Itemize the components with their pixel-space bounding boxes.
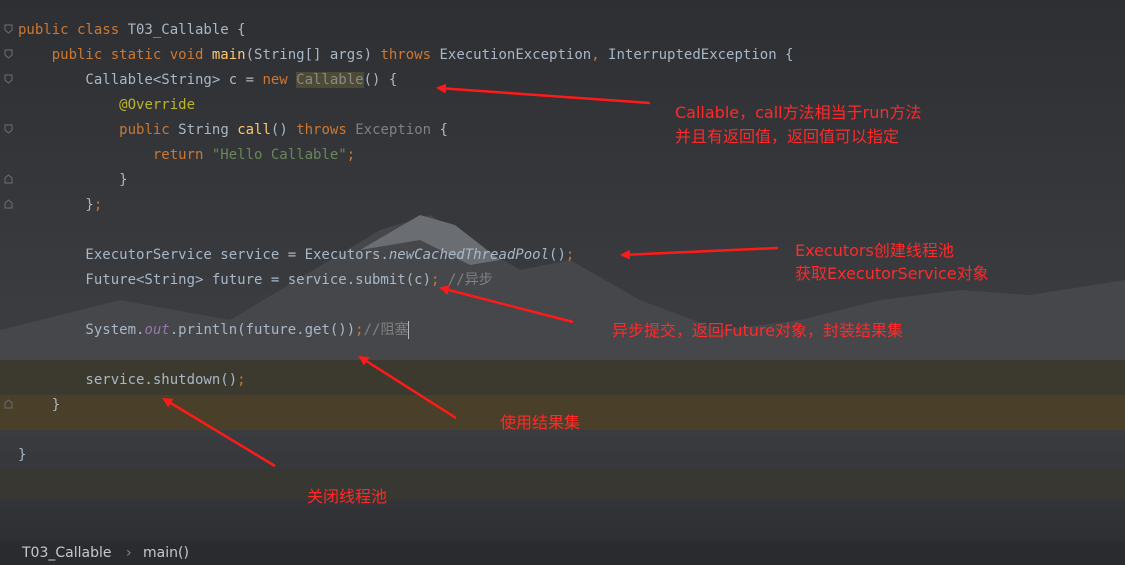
code-token: ; [93, 197, 103, 213]
code-token: .println(future.get()) [169, 322, 356, 338]
code-line[interactable]: }; [18, 193, 102, 218]
code-token: ; [346, 147, 356, 163]
fold-marker-icon[interactable] [4, 24, 13, 34]
code-token: ; [355, 322, 364, 338]
code-token: Callable [296, 72, 364, 88]
code-token: } [18, 397, 61, 413]
code-token: System. [18, 322, 145, 338]
code-token: () { [363, 72, 398, 88]
code-token: public static void [51, 47, 212, 63]
code-token: InterruptedException { [608, 47, 794, 63]
fold-marker-icon[interactable] [4, 49, 13, 59]
code-token: Callable<String> c = [18, 72, 263, 88]
code-token: //异步 [447, 272, 493, 288]
code-line[interactable]: public String call() throws Exception { [18, 118, 448, 143]
code-token: } [18, 172, 128, 188]
code-line[interactable]: } [18, 393, 60, 418]
breadcrumb-class[interactable]: T03_Callable [22, 545, 111, 561]
code-token: (String[] args) [245, 47, 381, 63]
annotation-callable-line1: Callable，call方法相当于run方法 [675, 103, 922, 122]
fold-end-icon[interactable] [4, 399, 13, 409]
fold-end-icon[interactable] [4, 174, 13, 184]
fold-end-icon[interactable] [4, 199, 13, 209]
code-token: , [591, 47, 609, 63]
code-token: ; [237, 372, 246, 388]
annotation-shutdown: 关闭线程池 [307, 487, 388, 506]
code-token: return [152, 147, 212, 163]
code-token: call [237, 122, 271, 138]
code-token: new [262, 72, 297, 88]
code-token: "Hello Callable" [211, 147, 347, 163]
breadcrumb-separator: › [126, 545, 132, 561]
breadcrumb-method[interactable]: main() [143, 545, 189, 561]
code-token: ExecutionException [439, 47, 592, 63]
code-token: { [431, 122, 448, 138]
code-token: ; [431, 272, 448, 288]
code-token: public class [18, 22, 128, 38]
code-line[interactable]: return "Hello Callable"; [18, 143, 355, 168]
code-line[interactable]: System.out.println(future.get());//阻塞 [18, 318, 410, 343]
code-line[interactable]: service.shutdown(); [18, 368, 246, 393]
fold-marker-icon[interactable] [4, 124, 13, 134]
annotation-submit: 异步提交，返回Future对象，封装结果集 [612, 321, 903, 340]
code-token: T03_Callable { [127, 22, 246, 38]
code-line[interactable]: Future<String> future = service.submit(c… [18, 268, 493, 293]
code-token: String [178, 122, 238, 138]
annotation-executors-line2: 获取ExecutorService对象 [795, 264, 989, 283]
code-token: () [549, 247, 566, 263]
code-token: } [18, 197, 94, 213]
code-token: newCachedThreadPool [388, 247, 550, 263]
code-line[interactable]: ExecutorService service = Executors.newC… [18, 243, 574, 268]
code-token: @Override [119, 97, 196, 113]
code-token: main [211, 47, 246, 63]
code-token: out [144, 322, 170, 338]
annotation-executors-line1: Executors创建线程池 [795, 241, 954, 260]
code-token: ; [565, 247, 575, 263]
annotation-use-result: 使用结果集 [500, 413, 581, 432]
code-token: } [18, 447, 27, 463]
code-token: service.shutdown() [18, 372, 238, 388]
annotation-callable-line2: 并且有返回值，返回值可以指定 [675, 127, 900, 146]
code-token: () [270, 122, 297, 138]
code-line[interactable]: Callable<String> c = new Callable() { [18, 68, 397, 93]
code-token: throws [380, 47, 440, 63]
text-caret [408, 321, 410, 339]
code-line[interactable]: @Override [18, 93, 195, 118]
code-token: Future<String> future = service.submit(c… [18, 272, 432, 288]
code-line[interactable]: public static void main(String[] args) t… [18, 43, 794, 68]
code-token: throws [296, 122, 356, 138]
code-line[interactable]: } [18, 443, 26, 468]
code-token: ExecutorService service = Executors. [18, 247, 389, 263]
code-line[interactable]: } [18, 168, 128, 193]
code-token: //阻塞 [363, 322, 409, 338]
fold-marker-icon[interactable] [4, 74, 13, 84]
code-token: Exception [355, 122, 432, 138]
code-token: public [119, 122, 179, 138]
code-line[interactable]: public class T03_Callable { [18, 18, 246, 43]
breadcrumb: T03_Callable › main() [0, 541, 1125, 565]
